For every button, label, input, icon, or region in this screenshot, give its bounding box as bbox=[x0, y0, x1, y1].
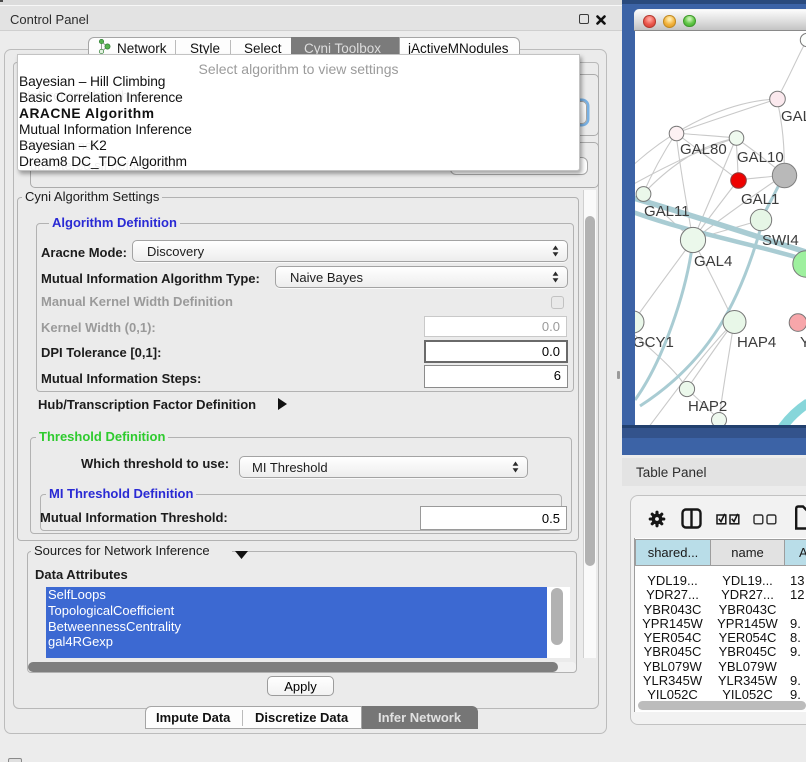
svg-text:HAP4: HAP4 bbox=[737, 334, 776, 351]
svg-text:HAP2: HAP2 bbox=[688, 398, 727, 415]
svg-text:GAL10: GAL10 bbox=[737, 149, 784, 166]
svg-text:GAL80: GAL80 bbox=[680, 141, 727, 158]
svg-text:GCY1: GCY1 bbox=[635, 334, 674, 351]
svg-text:GAL4: GAL4 bbox=[694, 253, 732, 270]
svg-text:GAL11: GAL11 bbox=[644, 203, 690, 220]
svg-text:SWI4: SWI4 bbox=[762, 232, 799, 249]
svg-text:GAL1: GAL1 bbox=[741, 191, 779, 208]
svg-text:Y: Y bbox=[800, 334, 806, 351]
svg-text:GAL7: GAL7 bbox=[781, 108, 806, 125]
